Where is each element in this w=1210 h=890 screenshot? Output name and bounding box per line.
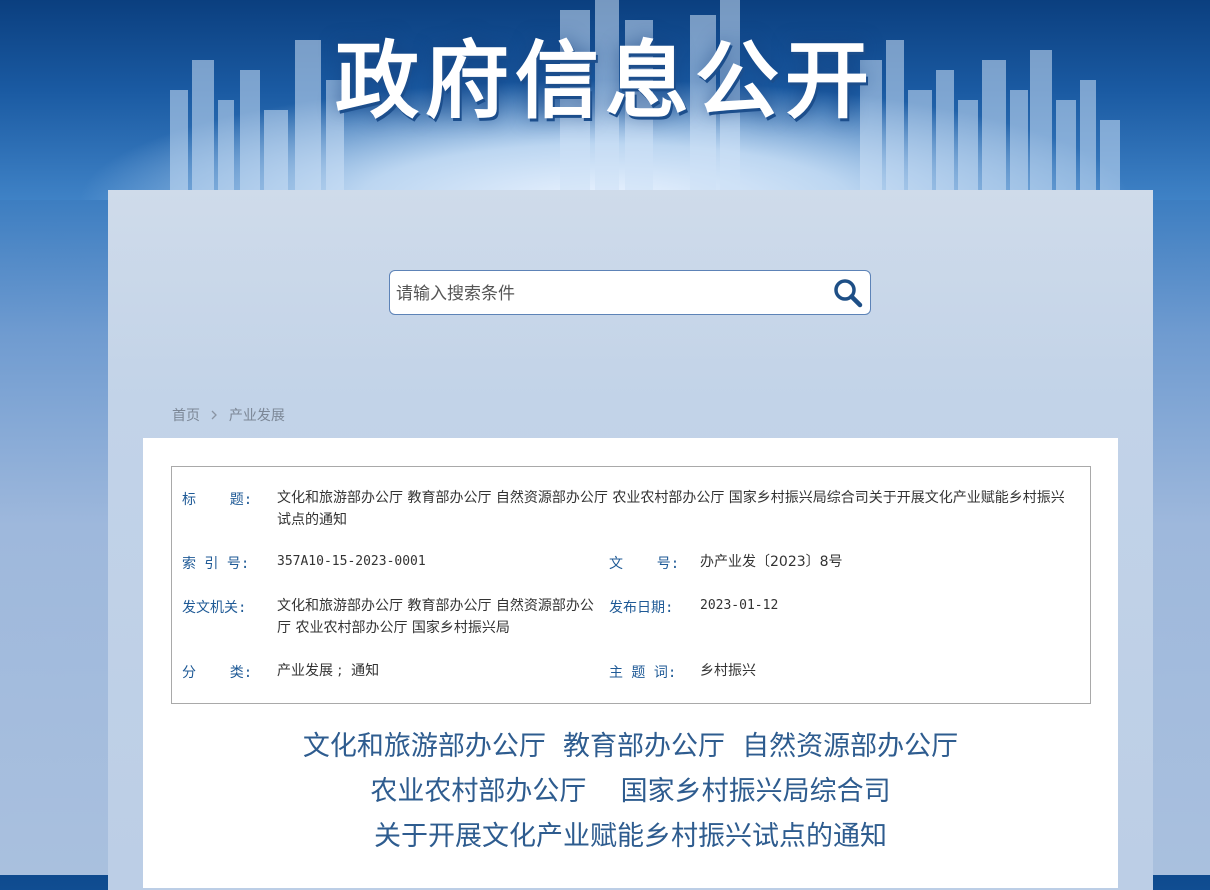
issuer-value: 文化和旅游部办公厅 教育部办公厅 自然资源部办公厅 农业农村部办公厅 国家乡村振…	[277, 598, 594, 636]
breadcrumb-current[interactable]: 产业发展	[229, 405, 285, 425]
keyword-value: 乡村振兴	[700, 663, 756, 679]
index-label: 索 引 号:	[182, 556, 250, 572]
search-icon[interactable]	[832, 277, 864, 309]
document-title-line-3: 关于开展文化产业赋能乡村振兴试点的通知	[374, 821, 887, 852]
document-title-line-1: 文化和旅游部办公厅 教育部办公厅 自然资源部办公厅	[302, 731, 959, 762]
breadcrumb-home-link[interactable]: 首页	[172, 405, 200, 425]
issuer-label: 发文机关:	[182, 600, 247, 616]
search-box	[389, 270, 871, 316]
docno-label: 文 号:	[609, 556, 680, 572]
title-value: 文化和旅游部办公厅 教育部办公厅 自然资源部办公厅 农业农村部办公厅 国家乡村振…	[277, 490, 1065, 528]
document-title-line-2: 农业农村部办公厅 国家乡村振兴局综合司	[370, 776, 891, 807]
search-input[interactable]	[394, 271, 828, 316]
document-meta-table: 标 题: 文化和旅游部办公厅 教育部办公厅 自然资源部办公厅 农业农村部办公厅 …	[171, 466, 1091, 704]
docno-value: 办产业发〔2023〕8号	[700, 554, 843, 570]
index-value: 357A10-15-2023-0001	[277, 554, 426, 569]
breadcrumb: 首页 产业发展	[172, 405, 285, 425]
category-value: 产业发展 ; 通知	[277, 663, 380, 679]
date-label: 发布日期:	[609, 600, 674, 616]
banner-title: 政府信息公开	[334, 32, 875, 130]
date-value: 2023-01-12	[700, 598, 779, 613]
keyword-label: 主 题 词:	[609, 665, 677, 681]
category-label: 分 类:	[182, 665, 253, 681]
chevron-right-icon	[210, 409, 218, 421]
title-label: 标 题:	[182, 492, 253, 508]
header-banner: 政府信息公开	[0, 0, 1210, 200]
